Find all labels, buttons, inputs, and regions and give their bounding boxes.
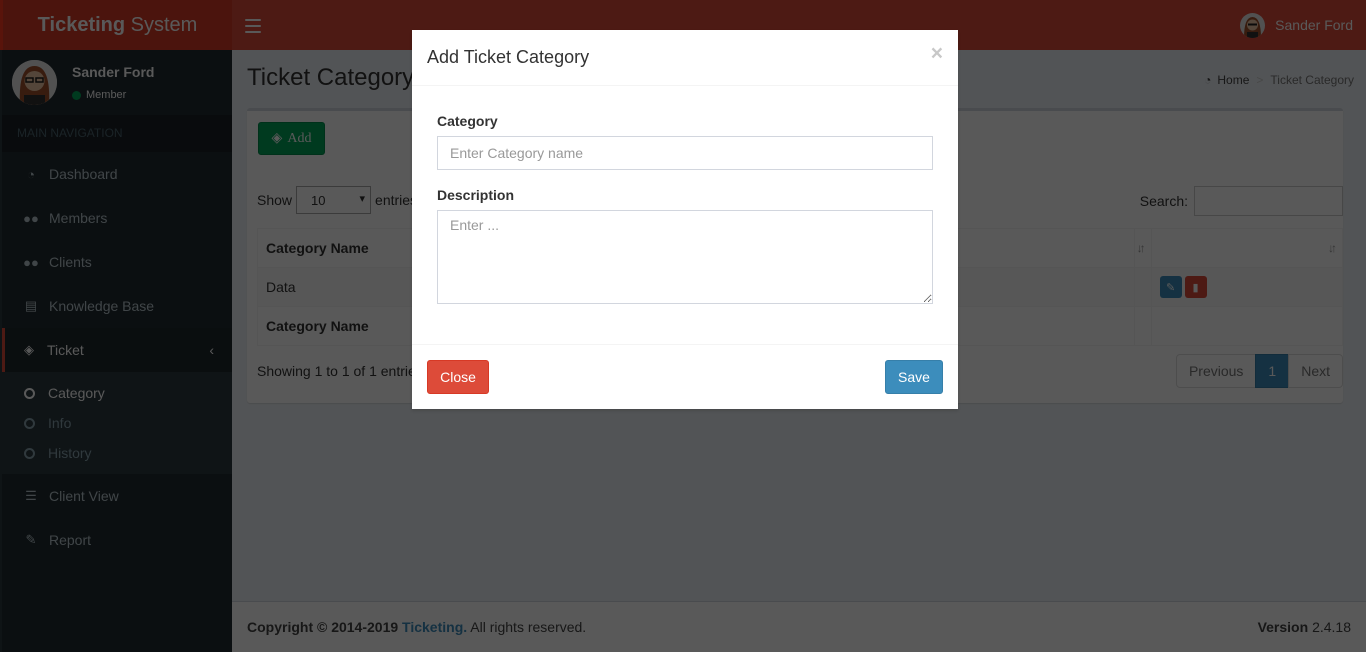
close-button[interactable]: Close — [427, 360, 489, 394]
modal-body: Category Description — [412, 86, 958, 344]
description-label: Description — [437, 187, 515, 203]
add-category-modal: Add Ticket Category × Category Descripti… — [412, 30, 958, 409]
category-input[interactable] — [437, 136, 933, 170]
category-label: Category — [437, 113, 498, 129]
modal-title: Add Ticket Category — [427, 47, 590, 67]
close-icon[interactable]: × — [931, 42, 943, 66]
description-textarea[interactable] — [437, 210, 933, 304]
modal-footer: Close Save — [412, 344, 958, 409]
modal-header: Add Ticket Category × — [412, 30, 958, 86]
save-button[interactable]: Save — [885, 360, 943, 394]
